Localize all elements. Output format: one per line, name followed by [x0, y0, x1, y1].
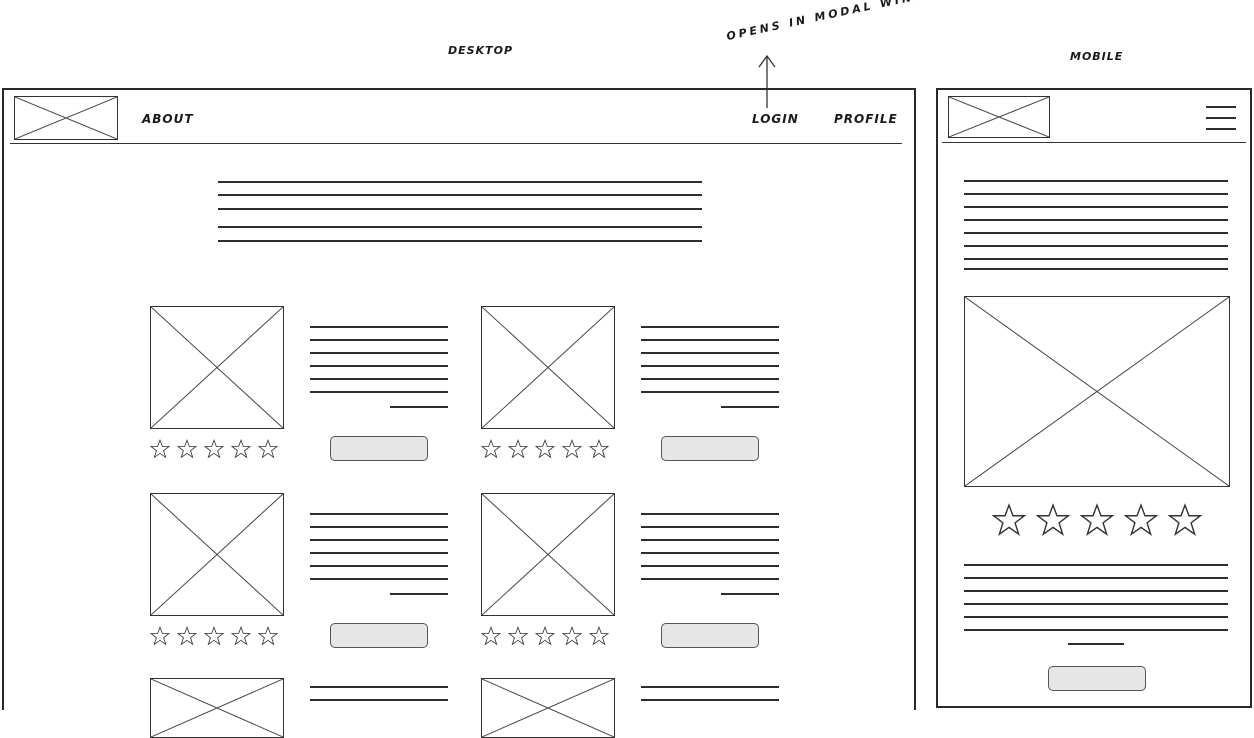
rating-stars[interactable] [150, 439, 285, 459]
star-icon[interactable] [589, 439, 609, 459]
nav-login[interactable]: LOGIN [752, 112, 799, 126]
product-image-placeholder[interactable] [481, 493, 615, 616]
star-icon[interactable] [204, 439, 224, 459]
star-icon[interactable] [562, 626, 582, 646]
star-icon[interactable] [258, 626, 278, 646]
star-icon[interactable] [992, 503, 1026, 537]
desktop-label: DESKTOP [448, 44, 514, 57]
star-icon[interactable] [481, 439, 501, 459]
action-button[interactable] [1048, 666, 1146, 691]
mobile-wireframe [936, 88, 1252, 708]
product-image-placeholder[interactable] [150, 306, 284, 429]
star-icon[interactable] [508, 439, 528, 459]
hamburger-menu-icon[interactable] [1206, 106, 1236, 139]
star-icon[interactable] [508, 626, 528, 646]
action-button[interactable] [661, 623, 759, 648]
product-image-placeholder[interactable] [150, 493, 284, 616]
header-divider [10, 143, 902, 144]
header-divider [942, 142, 1246, 143]
star-icon[interactable] [231, 439, 251, 459]
product-image-placeholder[interactable] [481, 306, 615, 429]
star-icon[interactable] [1124, 503, 1158, 537]
star-icon[interactable] [535, 439, 555, 459]
action-button[interactable] [330, 623, 428, 648]
star-icon[interactable] [150, 626, 170, 646]
rating-stars[interactable] [150, 626, 285, 646]
nav-profile[interactable]: PROFILE [834, 112, 898, 126]
star-icon[interactable] [258, 439, 278, 459]
rating-stars[interactable] [481, 439, 616, 459]
mobile-label: MOBILE [1070, 50, 1124, 63]
logo-placeholder-icon[interactable] [14, 96, 118, 140]
star-icon[interactable] [481, 626, 501, 646]
star-icon[interactable] [589, 626, 609, 646]
nav-about[interactable]: ABOUT [142, 112, 194, 126]
product-image-placeholder[interactable] [964, 296, 1230, 487]
action-button[interactable] [661, 436, 759, 461]
star-icon[interactable] [1036, 503, 1070, 537]
rating-stars[interactable] [992, 503, 1212, 537]
star-icon[interactable] [562, 439, 582, 459]
star-icon[interactable] [1168, 503, 1202, 537]
star-icon[interactable] [177, 439, 197, 459]
desktop-wireframe: ABOUT LOGIN PROFILE [2, 88, 916, 738]
product-image-placeholder[interactable] [481, 678, 615, 738]
action-button[interactable] [330, 436, 428, 461]
star-icon[interactable] [1080, 503, 1114, 537]
rating-stars[interactable] [481, 626, 616, 646]
star-icon[interactable] [535, 626, 555, 646]
modal-annotation: OPENS IN MODAL WINDOW [725, 0, 954, 43]
product-image-placeholder[interactable] [150, 678, 284, 738]
star-icon[interactable] [177, 626, 197, 646]
logo-placeholder-icon[interactable] [948, 96, 1050, 138]
star-icon[interactable] [150, 439, 170, 459]
star-icon[interactable] [204, 626, 224, 646]
star-icon[interactable] [231, 626, 251, 646]
